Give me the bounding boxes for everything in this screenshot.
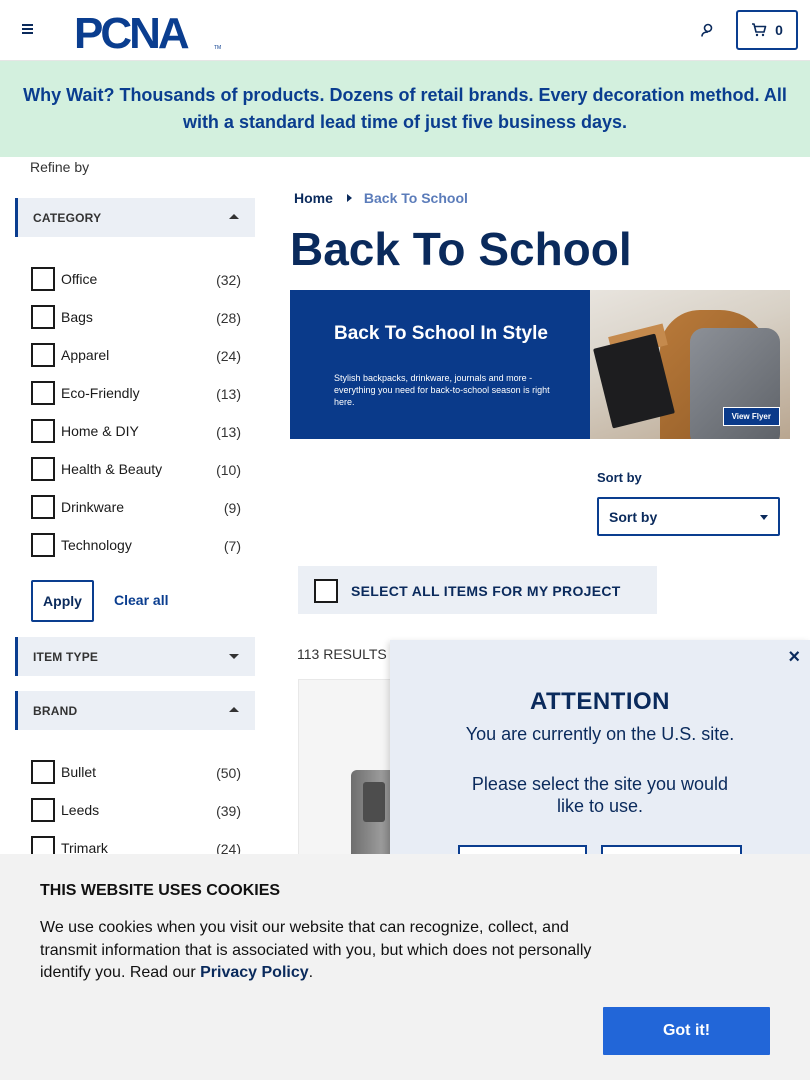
caret-down-icon <box>229 654 239 659</box>
filter-home-diy: Home & DIY (13) <box>31 416 241 443</box>
site-header: PCNA TM 0 <box>0 0 810 61</box>
filter-checkbox[interactable] <box>31 343 55 367</box>
hero-title: Back To School In Style <box>334 323 548 344</box>
sort-dropdown[interactable]: Sort by <box>597 497 780 536</box>
breadcrumb-arrow-icon <box>346 194 352 202</box>
promo-banner: Why Wait? Thousands of products. Dozens … <box>0 61 810 157</box>
filter-checkbox[interactable] <box>31 533 55 557</box>
chevron-down-icon <box>760 515 768 520</box>
filter-count: (13) <box>216 424 241 440</box>
modal-title: ATTENTION <box>529 688 671 715</box>
filter-bullet: Bullet (50) <box>31 757 241 784</box>
facet-item-type-header[interactable]: ITEM TYPE <box>15 637 255 676</box>
refine-by-label: Refine by <box>30 159 90 175</box>
filter-technology: Technology (7) <box>31 530 241 557</box>
filter-label[interactable]: Apparel <box>61 347 109 363</box>
cart-icon <box>752 23 767 37</box>
filter-bags: Bags (28) <box>31 302 241 329</box>
breadcrumb: Home Back To School <box>294 190 468 206</box>
sort-label: Sort by <box>597 470 642 485</box>
modal-instruction-text: Please select the site you would like to… <box>471 774 729 816</box>
cookie-title: THIS WEBSITE USES COOKIES <box>40 882 281 899</box>
close-icon[interactable]: × <box>788 647 800 667</box>
filter-checkbox[interactable] <box>31 381 55 405</box>
facet-brand-title: BRAND <box>33 703 78 718</box>
filter-checkbox[interactable] <box>31 305 55 329</box>
cookie-body: We use cookies when you visit our websit… <box>40 919 592 981</box>
filter-label[interactable]: Leeds <box>61 802 99 818</box>
filter-label[interactable]: Home & DIY <box>61 423 139 439</box>
filter-count: (28) <box>216 310 241 326</box>
cookie-period: . <box>308 964 314 981</box>
hero-subtitle: Stylish backpacks, drinkware, journals a… <box>334 373 550 407</box>
filter-checkbox[interactable] <box>31 798 55 822</box>
hero-banner[interactable]: Back To School In Style Stylish backpack… <box>290 290 790 439</box>
filter-count: (7) <box>223 538 241 554</box>
filter-office: Office (32) <box>31 264 241 291</box>
site-select-modal: × ATTENTION You are currently on the U.S… <box>390 640 810 875</box>
filter-leeds: Leeds (39) <box>31 795 241 822</box>
filter-count: (50) <box>216 765 241 781</box>
filter-count: (13) <box>216 386 241 402</box>
filter-label[interactable]: Office <box>61 271 97 287</box>
product-card[interactable] <box>298 679 398 859</box>
privacy-policy-link[interactable]: Privacy Policy <box>200 964 309 981</box>
breadcrumb-home-link[interactable]: Home <box>294 190 333 206</box>
filter-label[interactable]: Bags <box>61 309 93 325</box>
hamburger-menu-icon[interactable] <box>18 20 38 40</box>
cart-count: 0 <box>775 22 783 38</box>
filter-count: (39) <box>216 803 241 819</box>
apply-filters-button[interactable]: Apply <box>31 580 94 622</box>
filter-checkbox[interactable] <box>31 495 55 519</box>
clear-all-link[interactable]: Clear all <box>114 592 168 608</box>
view-flyer-button[interactable]: View Flyer <box>722 407 780 426</box>
cookie-accept-button[interactable]: Got it! <box>603 1007 770 1055</box>
filter-count: (9) <box>223 500 241 516</box>
cookie-text: We use cookies when you visit our websit… <box>40 917 620 985</box>
filter-count: (24) <box>216 348 241 364</box>
filter-label[interactable]: Eco-Friendly <box>61 385 140 401</box>
cookie-banner: THIS WEBSITE USES COOKIES We use cookies… <box>0 854 810 1080</box>
select-all-bar: SELECT ALL ITEMS FOR MY PROJECT <box>298 566 657 614</box>
filter-label[interactable]: Bullet <box>61 764 96 780</box>
filter-count: (10) <box>216 462 241 478</box>
filter-checkbox[interactable] <box>31 419 55 443</box>
facet-category-header[interactable]: CATEGORY <box>15 198 255 237</box>
sort-selected-value: Sort by <box>609 508 658 525</box>
filter-count: (32) <box>216 272 241 288</box>
facet-brand-header[interactable]: BRAND <box>15 691 255 730</box>
promo-text: Why Wait? Thousands of products. Dozens … <box>23 85 787 132</box>
filter-checkbox[interactable] <box>31 760 55 784</box>
select-all-checkbox[interactable] <box>314 579 338 603</box>
facet-category-title: CATEGORY <box>33 210 102 225</box>
results-count: 113 RESULTS <box>297 646 387 662</box>
filter-label[interactable]: Health & Beauty <box>61 461 162 477</box>
page-title: Back To School <box>290 223 632 275</box>
pcna-logo[interactable]: PCNA TM <box>74 8 224 54</box>
breadcrumb-current: Back To School <box>363 190 468 206</box>
filter-eco-friendly: Eco-Friendly (13) <box>31 378 241 405</box>
filter-drinkware: Drinkware (9) <box>31 492 241 519</box>
caret-up-icon <box>229 707 239 712</box>
select-all-label[interactable]: SELECT ALL ITEMS FOR MY PROJECT <box>351 583 621 599</box>
facet-item-type-title: ITEM TYPE <box>33 649 99 664</box>
cart-button[interactable]: 0 <box>736 10 798 50</box>
modal-current-site-text: You are currently on the U.S. site. <box>465 724 735 744</box>
filter-health-beauty: Health & Beauty (10) <box>31 454 241 481</box>
filter-label[interactable]: Drinkware <box>61 499 124 515</box>
filter-checkbox[interactable] <box>31 457 55 481</box>
product-image-strap <box>363 782 385 822</box>
filter-label[interactable]: Technology <box>61 537 132 553</box>
logo-text: PCNA <box>74 9 189 54</box>
caret-up-icon <box>229 214 239 219</box>
filter-checkbox[interactable] <box>31 267 55 291</box>
account-icon[interactable] <box>696 19 720 43</box>
filter-apparel: Apparel (24) <box>31 340 241 367</box>
logo-tm: TM <box>214 45 221 51</box>
